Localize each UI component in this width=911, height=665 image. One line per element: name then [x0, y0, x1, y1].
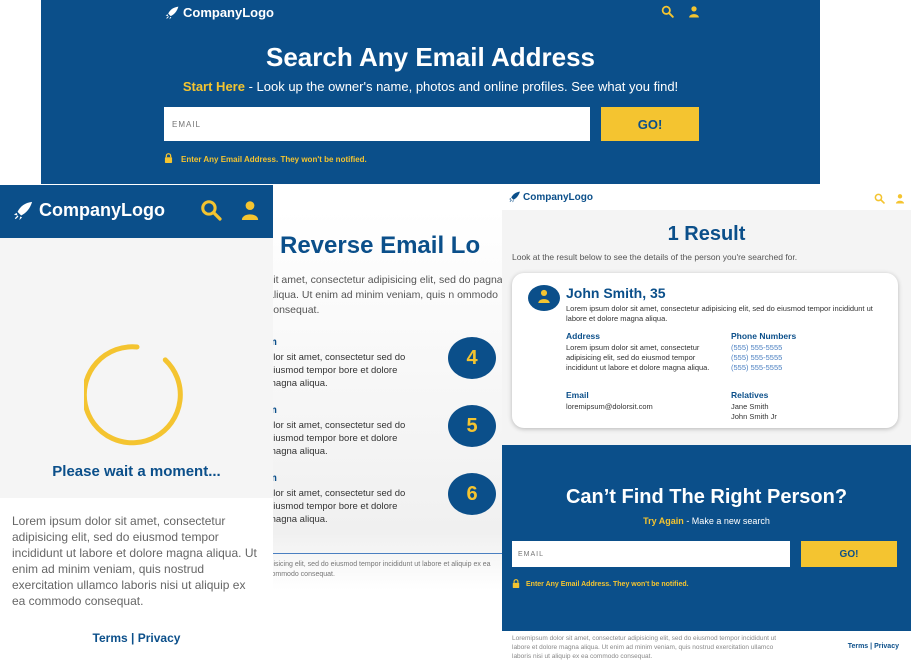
company-logo[interactable]: CompanyLogo: [12, 200, 165, 221]
email-label: Email: [566, 390, 589, 400]
logo-text: CompanyLogo: [523, 191, 593, 203]
article-footer-text: ipisicing elit, sed do eiusmod tempor in…: [268, 561, 491, 578]
relative-name: Jane Smith: [731, 402, 769, 411]
go-button[interactable]: GO!: [601, 107, 699, 141]
privacy-notice: Enter Any Email Address. They won't be n…: [512, 579, 689, 590]
phone-link[interactable]: (555) 555-5555: [731, 343, 782, 353]
divider: [268, 553, 520, 554]
relatives-label: Relatives: [731, 390, 769, 400]
search-hero-panel: CompanyLogo Search Any Email Address Sta…: [41, 0, 820, 184]
notice-text: Enter Any Email Address. They won't be n…: [181, 154, 367, 164]
search-icon[interactable]: [200, 199, 222, 226]
terms-link[interactable]: Terms: [93, 631, 128, 645]
rocket-icon: [164, 6, 180, 20]
step-item: m olor sit amet, consectetur sed do eius…: [268, 405, 520, 465]
link-separator: |: [870, 643, 873, 650]
relative-name: John Smith Jr: [731, 412, 777, 421]
phone-link[interactable]: (555) 555-5555: [731, 363, 782, 373]
loading-message: Please wait a moment...: [52, 463, 221, 480]
page-subtitle: Start Here - Look up the owner's name, p…: [41, 79, 820, 94]
address-label: Address: [566, 331, 601, 341]
rocket-icon: [12, 201, 34, 221]
page-title: Search Any Email Address: [266, 42, 595, 72]
logo-text: CompanyLogo: [39, 200, 165, 220]
footer-links: Terms | Privacy: [0, 631, 273, 645]
step-text: olor sit amet, consectetur sed do eiusmo…: [268, 352, 406, 389]
try-again-link[interactable]: Try Again: [643, 516, 684, 526]
terms-link[interactable]: Terms: [848, 643, 869, 650]
address-value: Lorem ipsum dolor sit amet, consectetur …: [566, 343, 710, 372]
results-subtitle: Look at the result below to see the deta…: [512, 252, 798, 262]
company-logo[interactable]: CompanyLogo: [508, 191, 593, 203]
go-button[interactable]: GO!: [801, 541, 897, 567]
search-icon[interactable]: [874, 191, 885, 209]
email-search-input[interactable]: [164, 107, 590, 141]
footer-links: Terms | Privacy: [848, 643, 899, 650]
article-title: Reverse Email Lo: [280, 232, 481, 259]
link-separator: |: [131, 631, 135, 645]
privacy-link[interactable]: Privacy: [874, 643, 899, 650]
user-icon: [537, 289, 551, 308]
cant-find-text: - Make a new search: [683, 516, 770, 526]
phone-link[interactable]: (555) 555-5555: [731, 353, 782, 363]
person-name: John Smith, 35: [566, 285, 666, 301]
header-actions: [200, 199, 260, 226]
start-here-label: Start Here: [182, 79, 245, 94]
results-title: 1 Result: [667, 223, 746, 245]
step-number-badge: 4: [448, 337, 496, 379]
relatives-list: Jane Smith John Smith Jr: [731, 402, 777, 422]
loading-area: Please wait a moment...: [0, 238, 273, 498]
cant-find-title: Can’t Find The Right Person?: [565, 486, 848, 508]
privacy-notice: Enter Any Email Address. They won't be n…: [164, 153, 367, 165]
step-item: m olor sit amet, consectetur sed do eius…: [268, 337, 520, 397]
privacy-link[interactable]: Privacy: [138, 631, 181, 645]
company-logo[interactable]: CompanyLogo: [164, 5, 274, 20]
notice-text: Enter Any Email Address. They won't be n…: [526, 581, 689, 588]
step-number-badge: 6: [448, 473, 496, 515]
body-text: Lorem ipsum dolor sit amet, consectetur …: [12, 514, 257, 608]
step-number-badge: 5: [448, 405, 496, 447]
loading-spinner-icon: [81, 342, 190, 453]
rocket-icon: [508, 191, 521, 203]
phone-numbers-label: Phone Numbers: [731, 331, 797, 341]
mobile-header: CompanyLogo: [0, 185, 273, 238]
user-icon[interactable]: [895, 191, 905, 209]
lock-icon: [164, 153, 173, 165]
header-actions: [874, 191, 905, 209]
result-panel: CompanyLogo 1 Result Look at the result …: [502, 185, 911, 665]
header: CompanyLogo: [502, 185, 911, 210]
step-text: olor sit amet, consectetur sed do eiusmo…: [268, 420, 406, 457]
person-description: Lorem ipsum dolor sit amet, consectetur …: [566, 304, 873, 323]
article-panel: Reverse Email Lo sit amet, consectetur a…: [230, 210, 520, 590]
logo-text: CompanyLogo: [183, 5, 274, 20]
email-value: loremipsum@dolorsit.com: [566, 402, 653, 411]
subtitle-text: - Look up the owner's name, photos and o…: [244, 79, 679, 94]
avatar: [528, 285, 560, 311]
lock-icon: [512, 579, 520, 590]
user-icon[interactable]: [688, 5, 700, 23]
phone-list: (555) 555-5555 (555) 555-5555 (555) 555-…: [731, 343, 782, 373]
cant-find-subtitle: Try Again - Make a new search: [502, 516, 911, 526]
step-text: olor sit amet, consectetur sed do eiusmo…: [268, 488, 406, 525]
article-intro: sit amet, consectetur adipisicing elit, …: [268, 274, 503, 316]
search-again-section: [502, 445, 911, 631]
user-icon[interactable]: [240, 199, 260, 226]
footer-text: Loremipsum dolor sit amet, consectetur a…: [512, 635, 777, 660]
loading-panel: CompanyLogo Please wait a moment... Lore…: [0, 185, 273, 665]
header-actions: [661, 5, 700, 23]
step-item: m olor sit amet, consectetur sed do eius…: [268, 473, 520, 533]
result-card[interactable]: John Smith, 35 Lorem ipsum dolor sit ame…: [512, 273, 898, 428]
email-search-input[interactable]: [512, 541, 790, 567]
search-icon[interactable]: [661, 5, 674, 23]
